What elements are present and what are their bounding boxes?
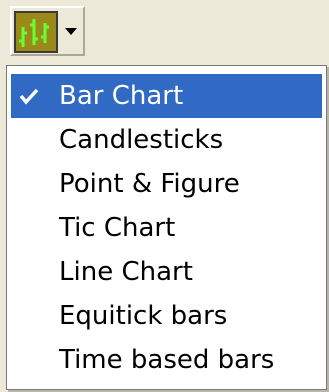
dropdown-arrow-icon[interactable] xyxy=(65,28,77,35)
menu-item-label: Line Chart xyxy=(59,257,193,287)
menu-item-equitick-bars[interactable]: Equitick bars xyxy=(11,294,322,338)
chart-type-dropdown-button[interactable] xyxy=(10,6,85,56)
menu-item-point-and-figure[interactable]: Point & Figure xyxy=(11,162,322,206)
menu-item-label: Time based bars xyxy=(59,345,275,375)
menu-item-line-chart[interactable]: Line Chart xyxy=(11,250,322,294)
page: Bar Chart Candlesticks Point & Figure Ti… xyxy=(0,0,329,392)
chart-type-menu: Bar Chart Candlesticks Point & Figure Ti… xyxy=(6,65,327,390)
menu-item-label: Point & Figure xyxy=(59,169,240,199)
menu-item-label: Bar Chart xyxy=(59,81,184,111)
menu-item-candlesticks[interactable]: Candlesticks xyxy=(11,118,322,162)
menu-item-tic-chart[interactable]: Tic Chart xyxy=(11,206,322,250)
menu-item-time-based-bars[interactable]: Time based bars xyxy=(11,338,322,382)
checkmark-icon xyxy=(19,88,39,105)
menu-item-label: Tic Chart xyxy=(59,213,176,243)
bar-chart-icon xyxy=(14,11,58,53)
menu-item-bar-chart[interactable]: Bar Chart xyxy=(11,74,322,118)
menu-item-label: Equitick bars xyxy=(59,301,228,331)
menu-item-label: Candlesticks xyxy=(59,125,224,155)
